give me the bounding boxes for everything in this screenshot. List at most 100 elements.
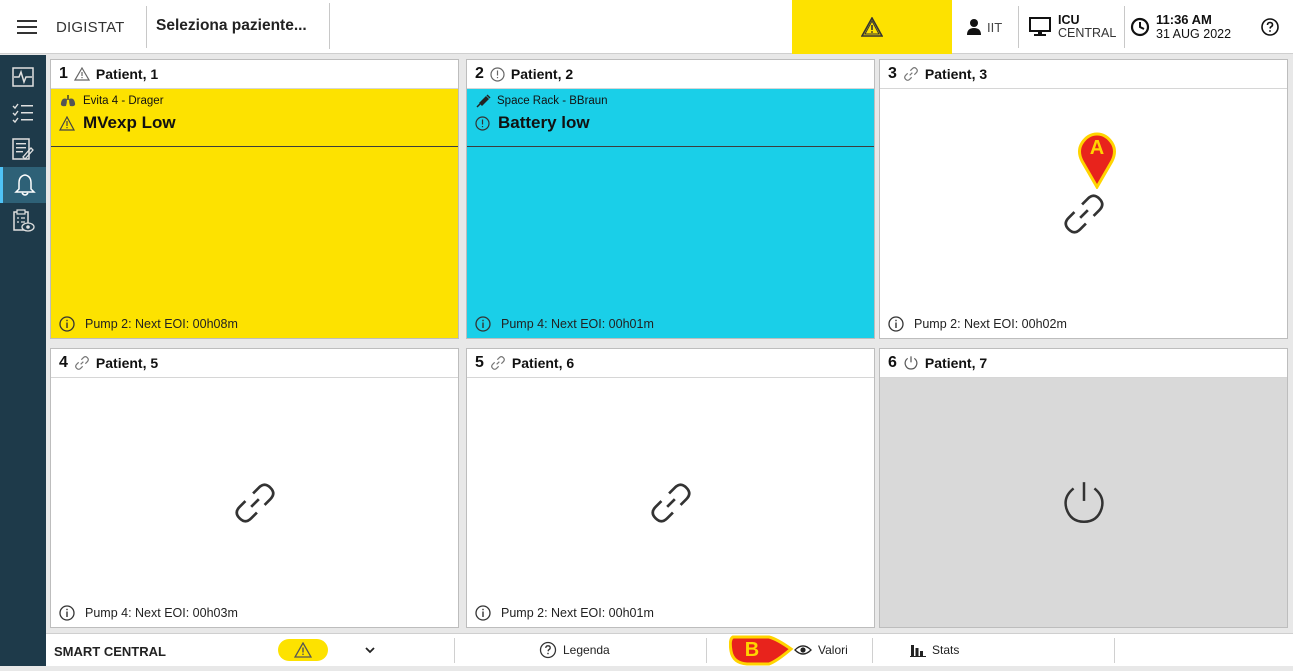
divider: [454, 638, 455, 663]
bed-footer: Pump 2: Next EOI: 00h01m: [475, 605, 654, 621]
link-icon: [74, 356, 89, 370]
patient-name: Patient, 6: [511, 355, 575, 371]
global-alarm-button[interactable]: [792, 0, 952, 54]
bed-tile-6[interactable]: 6 Patient, 7: [879, 348, 1288, 628]
pump-info: Pump 2: Next EOI: 00h08m: [85, 317, 238, 331]
bed-body: Evita 4 - Drager MVexp Low Pump 2: Next …: [51, 89, 458, 338]
callout-marker-b: B: [728, 633, 795, 666]
link-icon: [903, 67, 918, 81]
clipboard-eye-icon: [13, 209, 35, 232]
workstation-info[interactable]: ICU CENTRAL: [1028, 10, 1116, 44]
bed-header: 5 Patient, 6: [467, 349, 874, 378]
bed-number: 4: [59, 354, 68, 371]
info-icon: [59, 316, 75, 332]
sidebar: [0, 55, 46, 666]
workstation-subname: CENTRAL: [1058, 26, 1117, 40]
bed-number: 1: [59, 65, 68, 82]
pump-info: Pump 2: Next EOI: 00h01m: [501, 606, 654, 620]
syringe-icon: [476, 94, 491, 108]
bed-header: 1 Patient, 1: [51, 60, 458, 89]
top-bar: DIGISTAT Seleziona paziente... IIT ICU CE…: [0, 0, 1293, 54]
bed-footer: Pump 4: Next EOI: 00h01m: [475, 316, 654, 332]
alarm-message: Battery low: [498, 113, 590, 132]
alarm-panel[interactable]: Evita 4 - Drager MVexp Low: [51, 89, 458, 147]
bed-number: 5: [475, 354, 484, 371]
bed-body: [880, 378, 1287, 627]
bed-footer: Pump 4: Next EOI: 00h03m: [59, 605, 238, 621]
eye-icon: [794, 645, 812, 655]
alarm-panel[interactable]: Space Rack - BBraun Battery low: [467, 89, 874, 147]
bed-tile-5[interactable]: 5 Patient, 6 Pump 2: Next EOI: 00h01m: [466, 348, 875, 628]
stats-button[interactable]: Stats: [910, 640, 959, 660]
user-name: IIT: [987, 19, 1003, 35]
bed-tile-2[interactable]: 2 Patient, 2 Space Rack - BBraun Battery…: [466, 59, 875, 339]
bed-number: 6: [888, 354, 897, 371]
link-icon: [650, 482, 691, 523]
patient-name: Patient, 1: [95, 66, 159, 82]
monitor-waveform-icon: [12, 67, 34, 87]
sidebar-item-monitoring[interactable]: [0, 59, 46, 95]
bed-footer: Pump 2: Next EOI: 00h02m: [888, 316, 1067, 332]
hamburger-menu-icon[interactable]: [12, 12, 42, 42]
bed-body: Pump 4: Next EOI: 00h03m: [51, 378, 458, 627]
notes-icon: [12, 138, 34, 160]
patient-name: Patient, 2: [510, 66, 574, 82]
app-name: DIGISTAT: [56, 19, 125, 36]
bed-number: 3: [888, 65, 897, 82]
link-icon: [490, 356, 505, 370]
patient-selector-button[interactable]: Seleziona paziente...: [148, 3, 330, 49]
values-button[interactable]: Valori: [794, 640, 848, 660]
pump-info: Pump 2: Next EOI: 00h02m: [914, 317, 1067, 331]
sidebar-item-overview[interactable]: [0, 203, 46, 239]
bed-tile-4[interactable]: 4 Patient, 5 Pump 4: Next EOI: 00h03m: [50, 348, 459, 628]
divider: [1018, 6, 1019, 48]
power-icon: [1063, 481, 1104, 523]
bed-body: Space Rack - BBraun Battery low Pump 4: …: [467, 89, 874, 338]
bed-body: Pump 2: Next EOI: 00h01m: [467, 378, 874, 627]
bed-tile-3[interactable]: 3 Patient, 3 Pump 2: Next EOI: 00h02m: [879, 59, 1288, 339]
chevron-down-icon[interactable]: [364, 643, 376, 661]
divider: [1124, 6, 1125, 48]
divider: [706, 638, 707, 663]
legend-label: Legenda: [563, 643, 610, 657]
help-icon[interactable]: [1258, 15, 1282, 39]
info-icon: [475, 605, 491, 621]
values-label: Valori: [818, 643, 848, 657]
bed-header: 2 Patient, 2: [467, 60, 874, 89]
info-icon: [59, 605, 75, 621]
user-icon: [967, 19, 981, 35]
divider: [146, 6, 147, 48]
warning-icon: [861, 17, 883, 37]
bell-icon: [13, 174, 36, 196]
bed-header: 6 Patient, 7: [880, 349, 1287, 378]
info-icon: [888, 316, 904, 332]
pump-info: Pump 4: Next EOI: 00h01m: [501, 317, 654, 331]
info-circle-icon: [475, 115, 490, 131]
divider: [872, 638, 873, 663]
user-login-button[interactable]: IIT: [966, 10, 1002, 44]
callout-label: B: [744, 639, 760, 661]
lungs-icon: [60, 95, 76, 107]
bottom-bar: SMART CENTRAL Legenda Valori Stats: [46, 633, 1293, 666]
bed-tile-1[interactable]: 1 Patient, 1 Evita 4 - Drager MVexp Low …: [50, 59, 459, 339]
legend-button[interactable]: Legenda: [539, 640, 610, 660]
link-icon: [234, 482, 275, 523]
callout-marker-a: A: [1074, 131, 1120, 191]
link-icon: [1063, 193, 1104, 234]
clock-icon: [1130, 17, 1150, 37]
patient-name: Patient, 3: [924, 66, 988, 82]
checklist-icon: [12, 103, 33, 124]
bed-header: 4 Patient, 5: [51, 349, 458, 378]
bed-header: 3 Patient, 3: [880, 60, 1287, 89]
stats-label: Stats: [932, 643, 960, 657]
sidebar-item-checklist[interactable]: [0, 95, 46, 131]
alarm-filter-button[interactable]: [278, 639, 328, 661]
info-circle-icon: [490, 66, 505, 82]
bed-footer: Pump 2: Next EOI: 00h08m: [59, 316, 238, 332]
sidebar-item-alarms[interactable]: [0, 167, 46, 203]
sidebar-item-notes[interactable]: [0, 131, 46, 167]
module-title: SMART CENTRAL: [54, 644, 166, 659]
warning-icon: [294, 642, 312, 658]
divider: [1114, 638, 1115, 663]
bed-number: 2: [475, 65, 484, 82]
